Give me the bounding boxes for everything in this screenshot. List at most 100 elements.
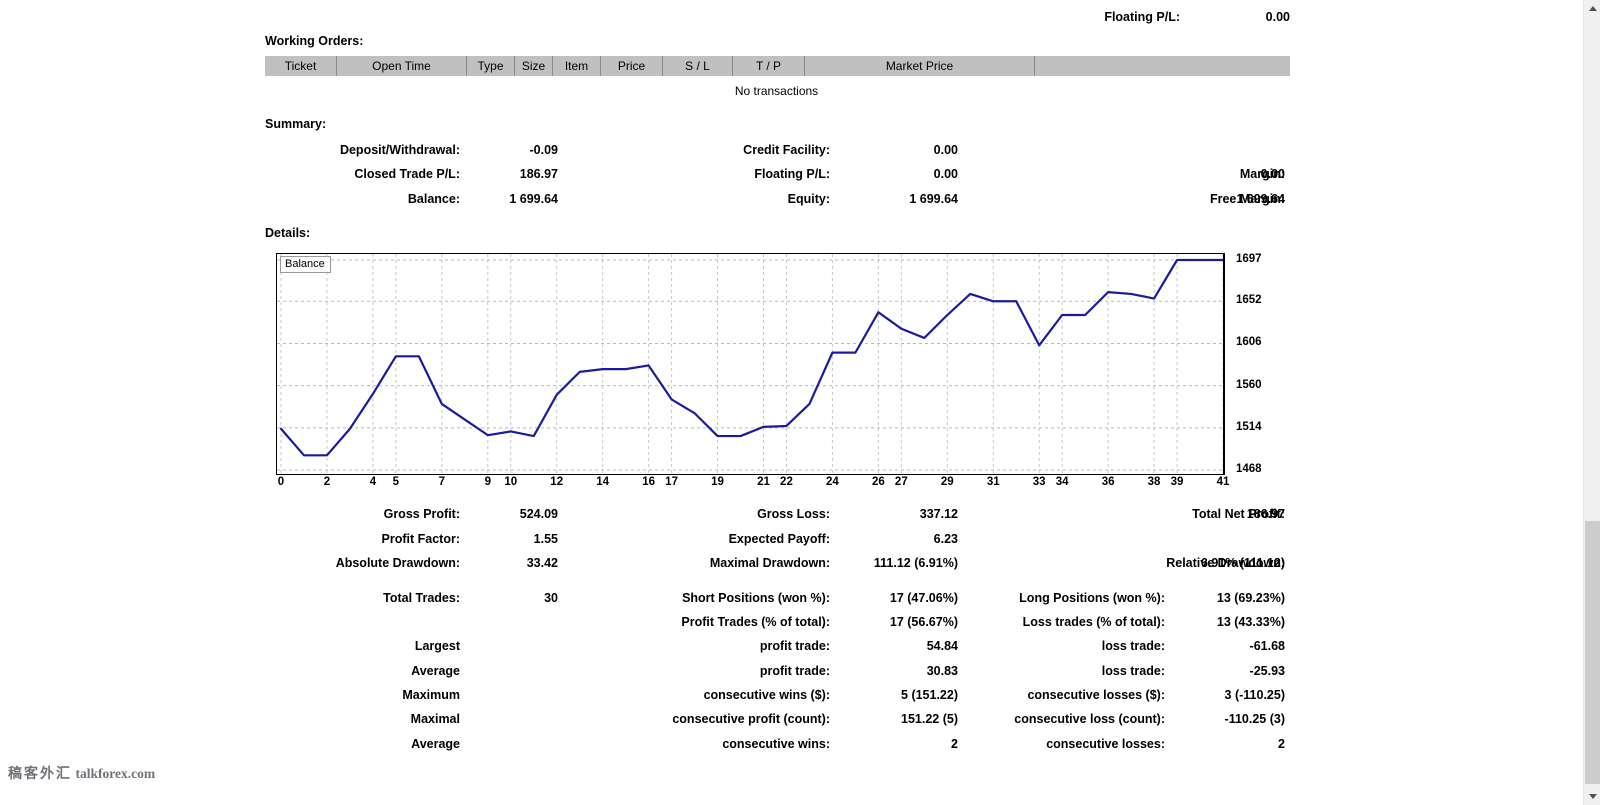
chart-x-tick-22: 22: [780, 476, 793, 488]
closed-trade-pl-value: 186.97: [519, 167, 558, 181]
floating-pl-header-row: Floating P/L: 0.00: [1000, 10, 1290, 24]
statement-page: Floating P/L: 0.00 Working Orders: Ticke…: [0, 0, 1600, 805]
stats-row-average-trade: Average profit trade: 30.83 loss trade: …: [0, 664, 1300, 682]
chart-x-tick-34: 34: [1055, 476, 1069, 488]
chart-x-tick-39: 39: [1170, 476, 1184, 488]
profit-factor-value: 1.55: [533, 532, 558, 546]
chevron-up-icon: [1588, 6, 1597, 11]
balance-value: 1 699.64: [509, 192, 558, 206]
summary-row-3: Balance: 1 699.64 Equity: 1 699.64 Free …: [0, 192, 1300, 210]
scroll-down-button[interactable]: [1584, 788, 1600, 805]
chart-x-tick-38: 38: [1147, 476, 1161, 488]
chart-y-tick-1560: 1560: [1236, 378, 1262, 391]
balance-chart-svg: [277, 254, 1223, 474]
floating-pl-header-label: Floating P/L:: [1104, 10, 1180, 24]
stats-row-total-trades: Total Trades: 30 Short Positions (won %)…: [0, 591, 1300, 609]
chart-x-tick-24: 24: [826, 476, 839, 488]
chart-x-tick-4: 4: [369, 476, 377, 488]
total-net-profit-value: 186.97: [1246, 507, 1285, 521]
vertical-scrollbar[interactable]: [1583, 0, 1600, 805]
gross-profit-value: 524.09: [519, 507, 558, 521]
chevron-down-icon: [1588, 794, 1597, 799]
chart-legend-balance: Balance: [280, 256, 331, 273]
average-loss-trade-value: -25.93: [1249, 664, 1285, 678]
chart-x-tick-16: 16: [642, 476, 656, 488]
chart-y-tick-1606: 1606: [1236, 336, 1262, 349]
chart-x-tick-29: 29: [940, 476, 954, 488]
column-header-size[interactable]: Size: [514, 56, 553, 76]
largest-loss-trade-value: -61.68: [1249, 639, 1285, 653]
column-header-ticket[interactable]: Ticket: [264, 56, 337, 76]
expected-payoff-value: 6.23: [933, 532, 958, 546]
chart-x-tick-2: 2: [323, 476, 331, 488]
working-orders-title: Working Orders:: [265, 34, 364, 48]
equity-label: Equity:: [787, 192, 830, 206]
chart-x-tick-9: 9: [484, 476, 491, 488]
credit-facility-label: Credit Facility:: [743, 143, 830, 157]
long-positions-value: 13 (69.23%): [1216, 591, 1285, 605]
gross-profit-label: Gross Profit:: [383, 507, 460, 521]
no-transactions-message: No transactions: [734, 84, 819, 98]
chart-y-tick-1697: 1697: [1236, 253, 1262, 265]
column-header-open-time[interactable]: Open Time: [336, 56, 467, 76]
chart-x-tick-7: 7: [438, 476, 446, 488]
chart-x-tick-41: 41: [1216, 476, 1230, 488]
margin-value: 0.00: [1260, 167, 1285, 181]
absolute-drawdown-value: 33.42: [526, 556, 558, 570]
maximal-label: Maximal: [410, 712, 460, 726]
deposit-withdrawal-label: Deposit/Withdrawal:: [339, 143, 460, 157]
scrollbar-thumb[interactable]: [1585, 521, 1600, 784]
average-consecutive-losses-value: 2: [1278, 737, 1285, 751]
short-positions-label: Short Positions (won %):: [682, 591, 830, 605]
floating-pl-label: Floating P/L:: [754, 167, 830, 181]
largest-label: Largest: [414, 639, 460, 653]
chart-x-tick-10: 10: [504, 476, 518, 488]
gross-loss-label: Gross Loss:: [757, 507, 830, 521]
chart-x-tick-26: 26: [871, 476, 885, 488]
average-consecutive-wins-label: consecutive wins:: [722, 737, 830, 751]
max-consecutive-wins-label: consecutive wins ($):: [703, 688, 830, 702]
free-margin-value: 1 699.64: [1236, 192, 1285, 206]
column-header-type[interactable]: Type: [466, 56, 515, 76]
expected-payoff-label: Expected Payoff:: [728, 532, 830, 546]
chart-x-tick-33: 33: [1032, 476, 1046, 488]
stats-row-maximal-consecutive: Maximal consecutive profit (count): 151.…: [0, 712, 1300, 730]
chart-x-tick-21: 21: [757, 476, 770, 488]
report-content: Floating P/L: 0.00 Working Orders: Ticke…: [0, 0, 1547, 805]
working-orders-header-row: Ticket Open Time Type Size Item Price S …: [264, 56, 1290, 76]
column-header-price[interactable]: Price: [600, 56, 663, 76]
stats-row-gross: Gross Profit: 524.09 Gross Loss: 337.12 …: [0, 507, 1300, 525]
profit-factor-label: Profit Factor:: [381, 532, 460, 546]
equity-value: 1 699.64: [909, 192, 958, 206]
scroll-up-button[interactable]: [1584, 0, 1600, 17]
largest-profit-trade-label: profit trade:: [759, 639, 830, 653]
chart-x-tick-31: 31: [986, 476, 1000, 488]
deposit-withdrawal-value: -0.09: [529, 143, 559, 157]
floating-pl-value: 0.00: [933, 167, 958, 181]
chart-x-tick-27: 27: [894, 476, 908, 488]
stats-row-drawdown: Absolute Drawdown: 33.42 Maximal Drawdow…: [0, 556, 1300, 574]
scrollbar-track-upper[interactable]: [1584, 17, 1600, 521]
chart-x-tick-14: 14: [596, 476, 610, 488]
chart-x-tick-36: 36: [1101, 476, 1115, 488]
stats-row-factor: Profit Factor: 1.55 Expected Payoff: 6.2…: [0, 532, 1300, 550]
chart-x-tick-0: 0: [277, 476, 285, 488]
average-consecutive-label: Average: [411, 737, 460, 751]
maximal-consecutive-loss-value: -110.25 (3): [1224, 712, 1285, 726]
max-consecutive-losses-value: 3 (-110.25): [1224, 688, 1285, 702]
maximal-drawdown-label: Maximal Drawdown:: [709, 556, 830, 570]
average-label: Average: [411, 664, 460, 678]
relative-drawdown-value: 6.91% (111.12): [1200, 556, 1285, 570]
column-header-take-profit[interactable]: T / P: [732, 56, 805, 76]
total-trades-value: 30: [544, 591, 558, 605]
column-header-stop-loss[interactable]: S / L: [662, 56, 733, 76]
column-header-market-price[interactable]: Market Price: [804, 56, 1035, 76]
gross-loss-value: 337.12: [919, 507, 958, 521]
stats-row-average-consecutive: Average consecutive wins: 2 consecutive …: [0, 737, 1300, 755]
column-header-item[interactable]: Item: [552, 56, 601, 76]
column-header-spacer: [1034, 56, 1290, 76]
watermark-domain-text: talkforex.com: [75, 766, 156, 781]
stats-row-largest: Largest profit trade: 54.84 loss trade: …: [0, 639, 1300, 657]
summary-row-2: Closed Trade P/L: 186.97 Floating P/L: 0…: [0, 167, 1300, 185]
watermark-chinese-text: 稿客外汇: [8, 767, 72, 782]
